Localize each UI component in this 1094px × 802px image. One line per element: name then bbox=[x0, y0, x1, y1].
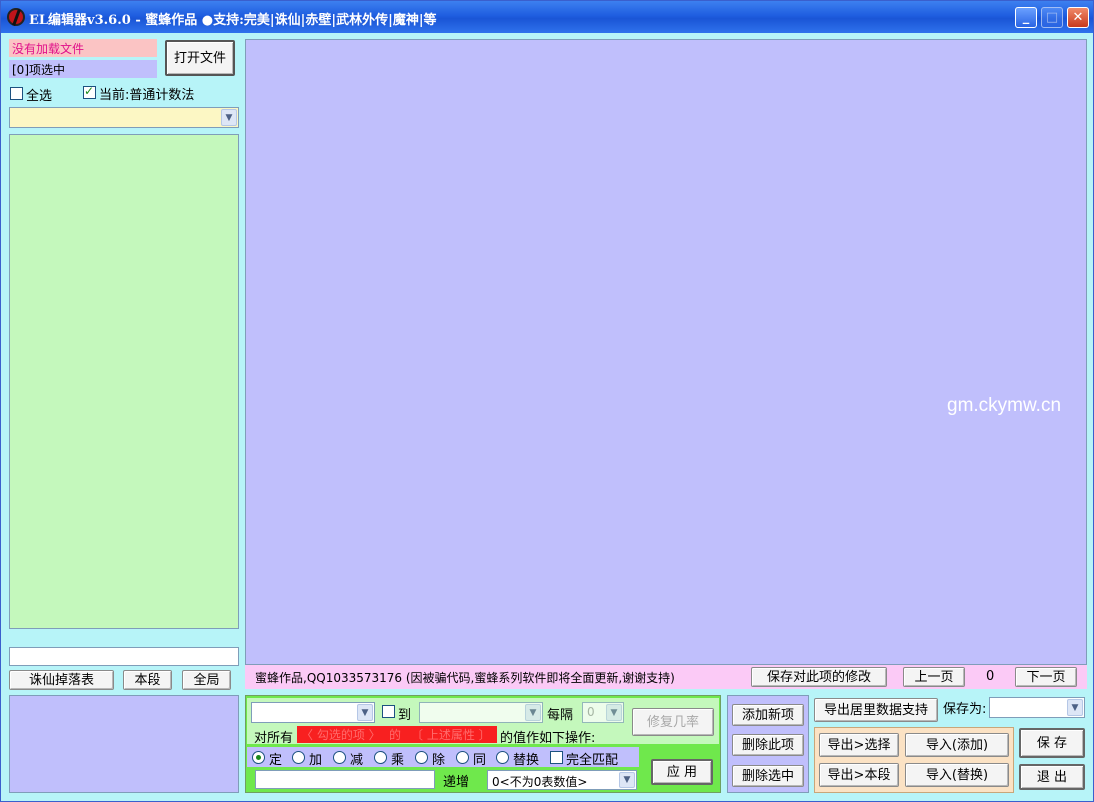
search-input[interactable] bbox=[9, 647, 239, 666]
import-replace-button[interactable]: 导入(替换) bbox=[905, 763, 1009, 787]
op-replace-radio[interactable] bbox=[496, 751, 509, 764]
ops-line-prefix: 对所有 bbox=[254, 731, 294, 746]
watermark: gm.ckymw.cn bbox=[947, 395, 1062, 416]
op-same-radio[interactable] bbox=[456, 751, 469, 764]
select-all-label: 全选 bbox=[26, 89, 53, 104]
save-as-select[interactable]: ▼ bbox=[989, 697, 1085, 718]
select-all-checkbox[interactable] bbox=[10, 87, 23, 100]
exit-button[interactable]: 退 出 bbox=[1019, 764, 1085, 790]
chevron-down-icon: ▼ bbox=[606, 704, 622, 721]
op-replace-label: 替换 bbox=[513, 753, 540, 768]
from-select[interactable]: ▼ bbox=[251, 702, 375, 723]
to-select[interactable]: ▼ bbox=[419, 702, 543, 723]
every-label: 每隔 bbox=[547, 708, 574, 723]
ops-of-label: 的 bbox=[385, 726, 409, 743]
attributes-link[interactable]: 〔 上述属性 〕 bbox=[409, 726, 497, 743]
every-value: 0 bbox=[587, 705, 595, 719]
increment-value: 0<不为0表数值> bbox=[492, 775, 588, 789]
save-button[interactable]: 保 存 bbox=[1019, 728, 1085, 758]
status-info: 蜜蜂作品,QQ1033573176 (因被骗代码,蜜蜂系列软件即将全面更新,谢谢… bbox=[255, 671, 675, 685]
delete-item-button[interactable]: 删除此项 bbox=[732, 734, 804, 756]
op-subtract-radio[interactable] bbox=[333, 751, 346, 764]
checked-items-link[interactable]: 〈 勾选的项 〉 bbox=[297, 726, 385, 743]
export-support-button[interactable]: 导出居里数据支持 bbox=[814, 698, 938, 722]
chevron-down-icon: ▼ bbox=[357, 704, 373, 721]
increment-label: 递增 bbox=[443, 775, 470, 790]
op-same-label: 同 bbox=[473, 753, 487, 768]
close-button[interactable]: ✕ bbox=[1067, 7, 1089, 28]
zhuxian-drop-table-button[interactable]: 诛仙掉落表 bbox=[9, 670, 114, 690]
to-checkbox[interactable] bbox=[382, 705, 395, 718]
op-add-radio[interactable] bbox=[292, 751, 305, 764]
item-list[interactable] bbox=[9, 134, 239, 629]
export-select-button[interactable]: 导出>选择 bbox=[819, 733, 899, 757]
to-label: 到 bbox=[398, 708, 412, 723]
chevron-down-icon: ▼ bbox=[221, 109, 237, 126]
increment-select[interactable]: 0<不为0表数值> ▼ bbox=[487, 770, 637, 790]
exact-match-label: 完全匹配 bbox=[566, 753, 619, 768]
exact-match-checkbox[interactable] bbox=[550, 751, 563, 764]
current-mode-checkbox[interactable] bbox=[83, 84, 96, 99]
import-add-button[interactable]: 导入(添加) bbox=[905, 733, 1009, 757]
category-select[interactable]: ▼ bbox=[9, 107, 239, 128]
selection-count: [0]项选中 bbox=[9, 60, 157, 78]
op-multiply-label: 乘 bbox=[391, 753, 405, 768]
app-logo-icon bbox=[7, 8, 25, 26]
fix-rate-button[interactable]: 修复几率 bbox=[632, 708, 714, 736]
value-input[interactable] bbox=[255, 770, 435, 789]
current-mode-label: 当前:普通计数法 bbox=[99, 88, 195, 103]
prev-page-button[interactable]: 上一页 bbox=[903, 667, 965, 687]
delete-selected-button[interactable]: 删除选中 bbox=[732, 765, 804, 787]
this-section-button[interactable]: 本段 bbox=[123, 670, 172, 690]
every-select[interactable]: 0 ▼ bbox=[582, 702, 624, 723]
op-divide-radio[interactable] bbox=[415, 751, 428, 764]
op-divide-label: 除 bbox=[432, 753, 446, 768]
ops-line-suffix: 的值作如下操作: bbox=[500, 731, 596, 746]
chevron-down-icon: ▼ bbox=[619, 772, 635, 788]
global-button[interactable]: 全局 bbox=[182, 670, 231, 690]
next-page-button[interactable]: 下一页 bbox=[1015, 667, 1077, 687]
save-as-label: 保存为: bbox=[943, 702, 987, 717]
op-set-radio[interactable] bbox=[252, 751, 265, 764]
chevron-down-icon: ▼ bbox=[525, 704, 541, 721]
title-bar[interactable]: EL编辑器v3.6.0 - 蜜蜂作品 ●支持:完美|诛仙|赤壁|武林外传|魔神|… bbox=[1, 1, 1093, 33]
file-status: 没有加载文件 bbox=[9, 39, 157, 57]
property-grid[interactable] bbox=[245, 39, 1087, 665]
apply-button[interactable]: 应 用 bbox=[651, 759, 713, 785]
maximize-button[interactable]: □ bbox=[1041, 7, 1063, 28]
minimize-button[interactable]: _ bbox=[1015, 7, 1037, 28]
page-number: 0 bbox=[986, 669, 995, 684]
preview-panel bbox=[9, 695, 239, 793]
add-item-button[interactable]: 添加新项 bbox=[732, 704, 804, 726]
export-section-button[interactable]: 导出>本段 bbox=[819, 763, 899, 787]
chevron-down-icon: ▼ bbox=[1067, 699, 1083, 716]
window-title: EL编辑器v3.6.0 - 蜜蜂作品 ●支持:完美|诛仙|赤壁|武林外传|魔神|… bbox=[29, 13, 437, 28]
app-window: EL编辑器v3.6.0 - 蜜蜂作品 ●支持:完美|诛仙|赤壁|武林外传|魔神|… bbox=[0, 0, 1094, 802]
op-set-label: 定 bbox=[269, 753, 283, 768]
save-changes-button[interactable]: 保存对此项的修改 bbox=[751, 667, 887, 687]
op-subtract-label: 减 bbox=[350, 753, 364, 768]
op-add-label: 加 bbox=[309, 753, 323, 768]
op-multiply-radio[interactable] bbox=[374, 751, 387, 764]
open-file-button[interactable]: 打开文件 bbox=[165, 40, 235, 76]
